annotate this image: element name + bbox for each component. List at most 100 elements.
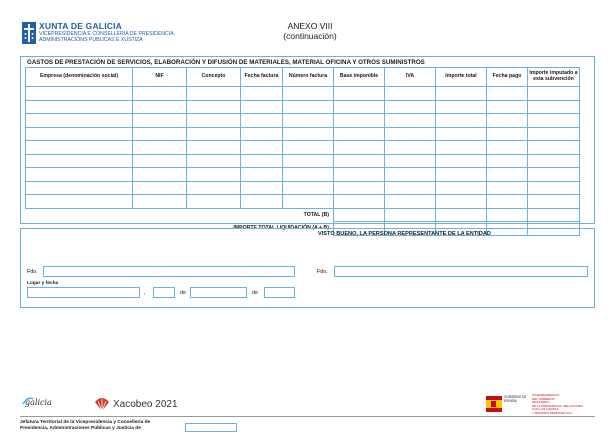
table-cell[interactable]	[282, 126, 334, 141]
table-cell[interactable]	[282, 113, 334, 128]
table-cell[interactable]	[186, 126, 241, 141]
table-cell[interactable]	[435, 99, 487, 114]
table-cell[interactable]	[435, 113, 487, 128]
table-cell[interactable]	[186, 167, 241, 182]
table-cell[interactable]	[333, 86, 385, 101]
total-b-fecha-cell[interactable]	[486, 207, 528, 222]
table-cell[interactable]	[282, 167, 334, 182]
fdo-left-field[interactable]	[43, 266, 295, 277]
table-cell[interactable]	[240, 180, 283, 195]
year-field[interactable]	[264, 287, 295, 298]
table-cell[interactable]	[132, 140, 187, 155]
table-cell[interactable]	[240, 153, 283, 168]
fdo-right-field[interactable]	[334, 266, 588, 277]
table-cell[interactable]	[240, 99, 283, 114]
table-cell[interactable]	[333, 194, 385, 209]
table-cell[interactable]	[527, 140, 580, 155]
table-cell[interactable]	[527, 167, 580, 182]
table-cell[interactable]	[282, 153, 334, 168]
table-cell[interactable]	[186, 140, 241, 155]
table-cell[interactable]	[435, 126, 487, 141]
table-cell[interactable]	[486, 167, 528, 182]
table-cell[interactable]	[435, 86, 487, 101]
table-cell[interactable]	[186, 99, 241, 114]
table-cell[interactable]	[240, 140, 283, 155]
table-cell[interactable]	[333, 140, 385, 155]
table-cell[interactable]	[384, 86, 436, 101]
table-cell[interactable]	[527, 99, 580, 114]
table-cell[interactable]	[527, 180, 580, 195]
table-cell[interactable]	[25, 180, 133, 195]
table-cell[interactable]	[132, 126, 187, 141]
table-cell[interactable]	[25, 194, 133, 209]
table-cell[interactable]	[527, 86, 580, 101]
table-cell[interactable]	[186, 180, 241, 195]
table-cell[interactable]	[25, 153, 133, 168]
table-cell[interactable]	[282, 194, 334, 209]
table-cell[interactable]	[282, 180, 334, 195]
table-cell[interactable]	[486, 86, 528, 101]
table-cell[interactable]	[132, 153, 187, 168]
table-cell[interactable]	[333, 99, 385, 114]
table-cell[interactable]	[25, 99, 133, 114]
table-cell[interactable]	[282, 99, 334, 114]
table-cell[interactable]	[240, 126, 283, 141]
table-cell[interactable]	[333, 167, 385, 182]
table-cell[interactable]	[132, 180, 187, 195]
table-cell[interactable]	[282, 140, 334, 155]
table-cell[interactable]	[527, 194, 580, 209]
day-field[interactable]	[153, 287, 175, 298]
table-cell[interactable]	[25, 167, 133, 182]
table-cell[interactable]	[384, 126, 436, 141]
jefatura-location-field[interactable]	[185, 423, 237, 432]
table-cell[interactable]	[486, 140, 528, 155]
table-cell[interactable]	[333, 153, 385, 168]
table-cell[interactable]	[132, 86, 187, 101]
table-cell[interactable]	[282, 86, 334, 101]
table-cell[interactable]	[240, 86, 283, 101]
total-b-iva-cell[interactable]	[384, 207, 436, 222]
table-cell[interactable]	[240, 194, 283, 209]
table-cell[interactable]	[486, 194, 528, 209]
table-cell[interactable]	[25, 113, 133, 128]
table-cell[interactable]	[333, 180, 385, 195]
table-cell[interactable]	[240, 113, 283, 128]
table-cell[interactable]	[25, 140, 133, 155]
table-cell[interactable]	[25, 86, 133, 101]
table-cell[interactable]	[486, 180, 528, 195]
table-cell[interactable]	[132, 113, 187, 128]
table-cell[interactable]	[435, 140, 487, 155]
table-cell[interactable]	[384, 167, 436, 182]
table-cell[interactable]	[435, 167, 487, 182]
table-cell[interactable]	[132, 167, 187, 182]
table-cell[interactable]	[186, 86, 241, 101]
table-cell[interactable]	[384, 194, 436, 209]
total-b-importe-cell[interactable]	[435, 207, 487, 222]
table-cell[interactable]	[527, 153, 580, 168]
table-cell[interactable]	[435, 194, 487, 209]
table-cell[interactable]	[527, 113, 580, 128]
table-cell[interactable]	[25, 126, 133, 141]
table-cell[interactable]	[186, 153, 241, 168]
total-b-imputado-cell[interactable]	[527, 207, 580, 222]
table-cell[interactable]	[435, 180, 487, 195]
table-cell[interactable]	[333, 113, 385, 128]
table-cell[interactable]	[384, 140, 436, 155]
table-cell[interactable]	[527, 126, 580, 141]
total-b-base-cell[interactable]	[333, 207, 385, 222]
table-cell[interactable]	[384, 113, 436, 128]
table-cell[interactable]	[435, 153, 487, 168]
table-cell[interactable]	[486, 113, 528, 128]
table-cell[interactable]	[333, 126, 385, 141]
table-cell[interactable]	[384, 99, 436, 114]
table-cell[interactable]	[384, 153, 436, 168]
table-cell[interactable]	[240, 167, 283, 182]
table-cell[interactable]	[186, 194, 241, 209]
table-cell[interactable]	[486, 126, 528, 141]
table-cell[interactable]	[384, 180, 436, 195]
table-cell[interactable]	[132, 194, 187, 209]
table-cell[interactable]	[486, 153, 528, 168]
table-cell[interactable]	[186, 113, 241, 128]
table-cell[interactable]	[486, 99, 528, 114]
table-cell[interactable]	[132, 99, 187, 114]
